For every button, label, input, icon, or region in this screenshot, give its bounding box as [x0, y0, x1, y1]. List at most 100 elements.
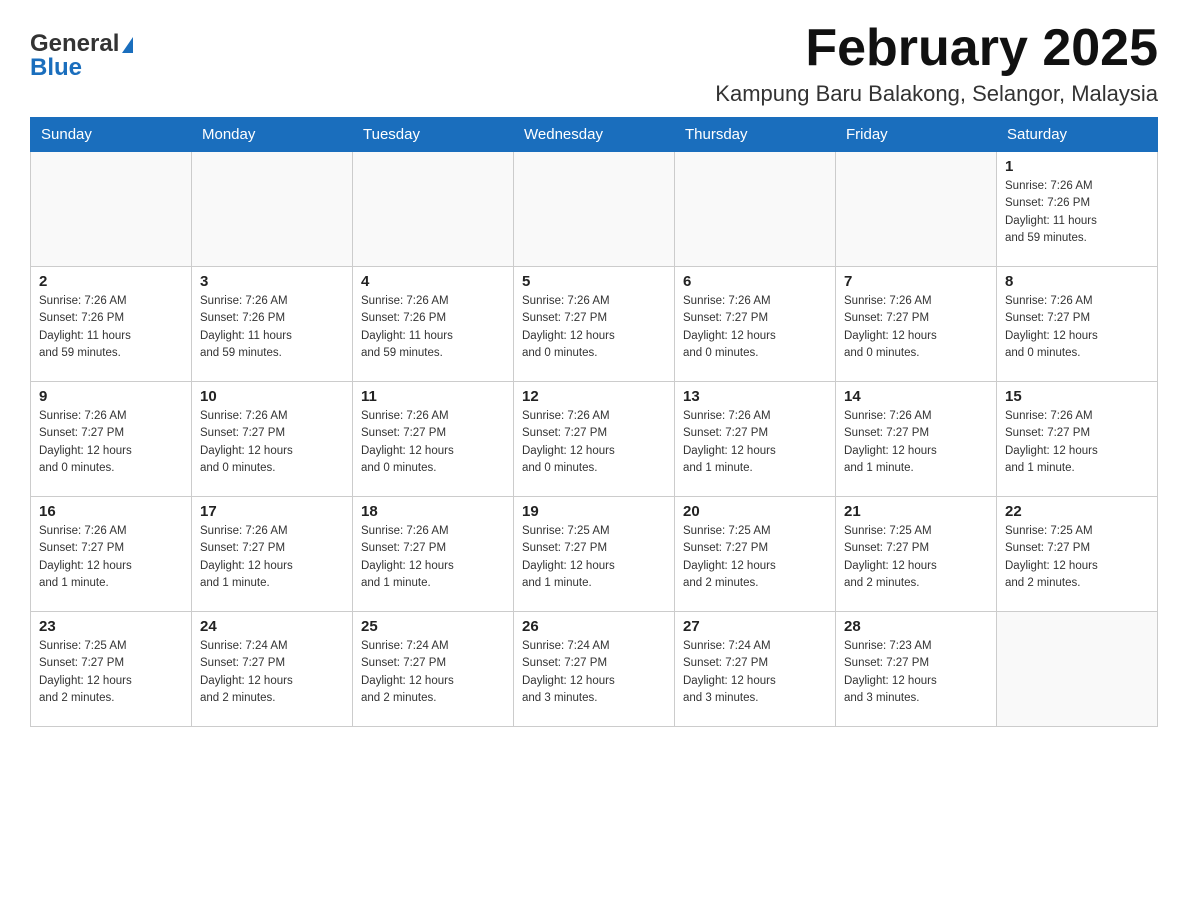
day-number: 5 [522, 273, 666, 290]
calendar-cell [514, 152, 675, 267]
day-number: 24 [200, 618, 344, 635]
day-info: Sunrise: 7:26 AM Sunset: 7:27 PM Dayligh… [39, 523, 183, 592]
week-row-3: 9 Sunrise: 7:26 AM Sunset: 7:27 PM Daylig… [31, 382, 1158, 497]
day-info: Sunrise: 7:25 AM Sunset: 7:27 PM Dayligh… [39, 638, 183, 707]
title-area: February 2025 Kampung Baru Balakong, Sel… [715, 20, 1158, 107]
weekday-header-thursday: Thursday [675, 118, 836, 152]
day-number: 28 [844, 618, 988, 635]
calendar-cell: 1Sunrise: 7:26 AM Sunset: 7:26 PM Daylig… [997, 152, 1158, 267]
week-row-2: 2 Sunrise: 7:26 AM Sunset: 7:26 PM Daylig… [31, 267, 1158, 382]
day-number: 12 [522, 388, 666, 405]
day-number: 16 [39, 503, 183, 520]
calendar-cell: 21Sunrise: 7:25 AM Sunset: 7:27 PM Dayli… [836, 497, 997, 612]
calendar-cell: 14Sunrise: 7:26 AM Sunset: 7:27 PM Dayli… [836, 382, 997, 497]
calendar-cell: 6 Sunrise: 7:26 AM Sunset: 7:27 PM Daylig… [675, 267, 836, 382]
weekday-header-friday: Friday [836, 118, 997, 152]
calendar-cell: 27 Sunrise: 7:24 AM Sunset: 7:27 PM Dayli… [675, 612, 836, 727]
day-info: Sunrise: 7:26 AM Sunset: 7:27 PM Dayligh… [683, 408, 827, 477]
calendar-cell: 10Sunrise: 7:26 AM Sunset: 7:27 PM Dayli… [192, 382, 353, 497]
logo-triangle-icon [122, 37, 133, 53]
day-info: Sunrise: 7:26 AM Sunset: 7:27 PM Dayligh… [522, 408, 666, 477]
day-number: 3 [200, 273, 344, 290]
day-number: 8 [1005, 273, 1149, 290]
day-number: 13 [683, 388, 827, 405]
day-number: 23 [39, 618, 183, 635]
day-info: Sunrise: 7:26 AM Sunset: 7:27 PM Dayligh… [361, 523, 505, 592]
location-subtitle: Kampung Baru Balakong, Selangor, Malaysi… [715, 81, 1158, 107]
calendar-cell: 28 Sunrise: 7:23 AM Sunset: 7:27 PM Dayli… [836, 612, 997, 727]
calendar-cell: 5 Sunrise: 7:26 AM Sunset: 7:27 PM Daylig… [514, 267, 675, 382]
day-info: Sunrise: 7:26 AM Sunset: 7:27 PM Dayligh… [844, 408, 988, 477]
calendar-cell: 23 Sunrise: 7:25 AM Sunset: 7:27 PM Dayli… [31, 612, 192, 727]
calendar-cell: 22 Sunrise: 7:25 AM Sunset: 7:27 PM Dayli… [997, 497, 1158, 612]
day-number: 4 [361, 273, 505, 290]
day-info: Sunrise: 7:26 AM Sunset: 7:27 PM Dayligh… [200, 523, 344, 592]
day-info: Sunrise: 7:26 AM Sunset: 7:26 PM Dayligh… [1005, 178, 1149, 247]
header: General Blue February 2025 Kampung Baru … [30, 20, 1158, 107]
calendar-cell: 12 Sunrise: 7:26 AM Sunset: 7:27 PM Dayli… [514, 382, 675, 497]
calendar-cell: 4Sunrise: 7:26 AM Sunset: 7:26 PM Daylig… [353, 267, 514, 382]
day-info: Sunrise: 7:26 AM Sunset: 7:27 PM Dayligh… [200, 408, 344, 477]
weekday-header-saturday: Saturday [997, 118, 1158, 152]
calendar-cell: 24Sunrise: 7:24 AM Sunset: 7:27 PM Dayli… [192, 612, 353, 727]
day-number: 11 [361, 388, 505, 405]
calendar-cell [836, 152, 997, 267]
logo: General Blue [30, 20, 133, 82]
day-number: 27 [683, 618, 827, 635]
day-number: 19 [522, 503, 666, 520]
week-row-1: 1Sunrise: 7:26 AM Sunset: 7:26 PM Daylig… [31, 152, 1158, 267]
calendar-cell [31, 152, 192, 267]
day-info: Sunrise: 7:23 AM Sunset: 7:27 PM Dayligh… [844, 638, 988, 707]
calendar-cell: 25 Sunrise: 7:24 AM Sunset: 7:27 PM Dayli… [353, 612, 514, 727]
day-info: Sunrise: 7:24 AM Sunset: 7:27 PM Dayligh… [683, 638, 827, 707]
calendar-cell: 19 Sunrise: 7:25 AM Sunset: 7:27 PM Dayli… [514, 497, 675, 612]
day-number: 6 [683, 273, 827, 290]
calendar-cell: 3 Sunrise: 7:26 AM Sunset: 7:26 PM Daylig… [192, 267, 353, 382]
weekday-header-monday: Monday [192, 118, 353, 152]
day-number: 25 [361, 618, 505, 635]
calendar-cell: 16 Sunrise: 7:26 AM Sunset: 7:27 PM Dayli… [31, 497, 192, 612]
day-info: Sunrise: 7:25 AM Sunset: 7:27 PM Dayligh… [522, 523, 666, 592]
calendar-cell [192, 152, 353, 267]
calendar-cell: 17 Sunrise: 7:26 AM Sunset: 7:27 PM Dayli… [192, 497, 353, 612]
day-info: Sunrise: 7:26 AM Sunset: 7:27 PM Dayligh… [1005, 293, 1149, 362]
calendar-cell: 26Sunrise: 7:24 AM Sunset: 7:27 PM Dayli… [514, 612, 675, 727]
day-info: Sunrise: 7:24 AM Sunset: 7:27 PM Dayligh… [361, 638, 505, 707]
calendar: SundayMondayTuesdayWednesdayThursdayFrid… [30, 117, 1158, 727]
day-info: Sunrise: 7:26 AM Sunset: 7:27 PM Dayligh… [683, 293, 827, 362]
day-info: Sunrise: 7:26 AM Sunset: 7:26 PM Dayligh… [200, 293, 344, 362]
calendar-cell [675, 152, 836, 267]
week-row-5: 23 Sunrise: 7:25 AM Sunset: 7:27 PM Dayli… [31, 612, 1158, 727]
calendar-cell: 13 Sunrise: 7:26 AM Sunset: 7:27 PM Dayli… [675, 382, 836, 497]
logo-blue-text: Blue [30, 54, 82, 82]
day-number: 18 [361, 503, 505, 520]
day-number: 9 [39, 388, 183, 405]
day-number: 7 [844, 273, 988, 290]
day-number: 21 [844, 503, 988, 520]
weekday-header-sunday: Sunday [31, 118, 192, 152]
day-number: 17 [200, 503, 344, 520]
day-info: Sunrise: 7:26 AM Sunset: 7:27 PM Dayligh… [361, 408, 505, 477]
day-info: Sunrise: 7:26 AM Sunset: 7:26 PM Dayligh… [39, 293, 183, 362]
calendar-cell: 2 Sunrise: 7:26 AM Sunset: 7:26 PM Daylig… [31, 267, 192, 382]
day-info: Sunrise: 7:26 AM Sunset: 7:27 PM Dayligh… [844, 293, 988, 362]
weekday-header-tuesday: Tuesday [353, 118, 514, 152]
calendar-cell: 11 Sunrise: 7:26 AM Sunset: 7:27 PM Dayli… [353, 382, 514, 497]
day-info: Sunrise: 7:26 AM Sunset: 7:27 PM Dayligh… [522, 293, 666, 362]
weekday-header-wednesday: Wednesday [514, 118, 675, 152]
day-number: 2 [39, 273, 183, 290]
calendar-cell: 7 Sunrise: 7:26 AM Sunset: 7:27 PM Daylig… [836, 267, 997, 382]
day-number: 22 [1005, 503, 1149, 520]
calendar-cell [353, 152, 514, 267]
day-info: Sunrise: 7:24 AM Sunset: 7:27 PM Dayligh… [522, 638, 666, 707]
calendar-cell: 9 Sunrise: 7:26 AM Sunset: 7:27 PM Daylig… [31, 382, 192, 497]
month-title: February 2025 [715, 20, 1158, 77]
day-info: Sunrise: 7:25 AM Sunset: 7:27 PM Dayligh… [1005, 523, 1149, 592]
calendar-cell: 15Sunrise: 7:26 AM Sunset: 7:27 PM Dayli… [997, 382, 1158, 497]
day-info: Sunrise: 7:25 AM Sunset: 7:27 PM Dayligh… [683, 523, 827, 592]
calendar-cell: 8 Sunrise: 7:26 AM Sunset: 7:27 PM Daylig… [997, 267, 1158, 382]
calendar-cell [997, 612, 1158, 727]
day-number: 20 [683, 503, 827, 520]
calendar-cell: 18 Sunrise: 7:26 AM Sunset: 7:27 PM Dayli… [353, 497, 514, 612]
day-info: Sunrise: 7:26 AM Sunset: 7:27 PM Dayligh… [39, 408, 183, 477]
